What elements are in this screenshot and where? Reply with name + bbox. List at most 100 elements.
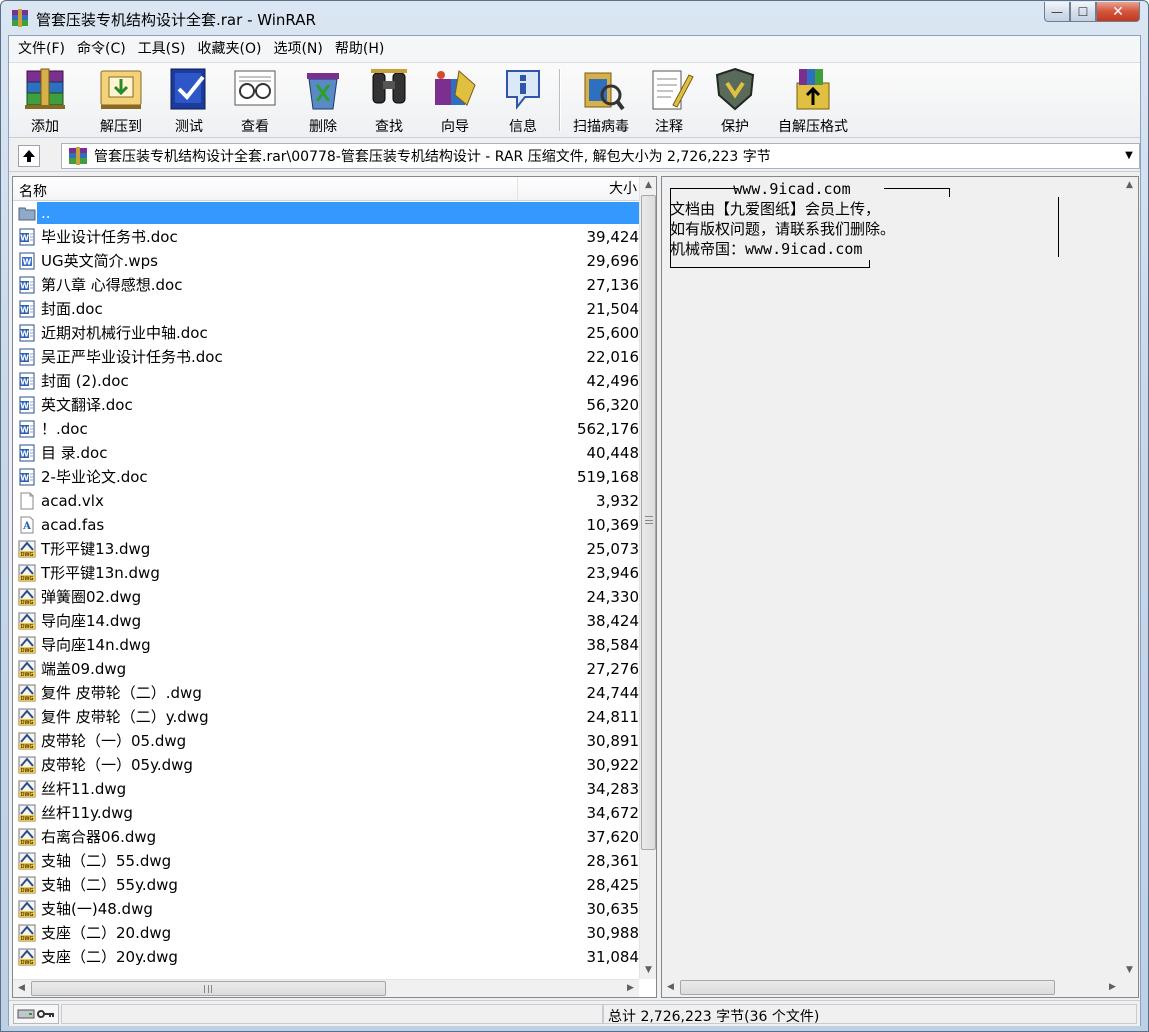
menu-help[interactable]: 帮助(H) bbox=[329, 36, 390, 62]
virus-scan-button[interactable]: 扫描病毒 bbox=[569, 65, 633, 137]
file-row[interactable]: DWG 支轴（二）55.dwg 28,361 bbox=[13, 849, 639, 873]
word-document-icon: W bbox=[18, 372, 36, 390]
close-button[interactable]: ✕ bbox=[1096, 2, 1140, 22]
file-row[interactable]: W 目 录.doc 40,448 bbox=[13, 441, 639, 465]
scroll-down-icon[interactable]: ▼ bbox=[1121, 962, 1138, 979]
fas-file-icon: A bbox=[18, 516, 36, 534]
scroll-right-icon[interactable]: ▶ bbox=[622, 980, 639, 997]
file-size: 562,176 bbox=[576, 420, 639, 438]
menu-commands[interactable]: 命令(C) bbox=[71, 36, 132, 62]
file-row[interactable]: W 近期对机械行业中轴.doc 25,600 bbox=[13, 321, 639, 345]
comment-line: www.9icad.com bbox=[670, 180, 851, 198]
extract-to-label: 解压到 bbox=[100, 119, 142, 135]
file-row[interactable]: W 毕业设计任务书.doc 39,424 bbox=[13, 225, 639, 249]
menu-favorites[interactable]: 收藏夹(O) bbox=[192, 36, 268, 62]
scroll-left-icon[interactable]: ◀ bbox=[13, 980, 30, 997]
file-row[interactable]: acad.vlx 3,932 bbox=[13, 489, 639, 513]
title-bar[interactable]: 管套压装专机结构设计全套.rar - WinRAR — ☐ ✕ bbox=[1, 1, 1148, 35]
minimize-button[interactable]: — bbox=[1044, 2, 1070, 22]
file-row[interactable]: W 第八章 心得感想.doc 27,136 bbox=[13, 273, 639, 297]
maximize-button[interactable]: ☐ bbox=[1070, 2, 1096, 22]
toolbar: 添加 解压到 测试 查看 删除 查找 向导 信息 扫描病毒 注释 保护 自解压格… bbox=[9, 62, 1140, 138]
info-button[interactable]: 信息 bbox=[497, 65, 549, 137]
up-folder-button[interactable] bbox=[18, 145, 40, 167]
comment-icon bbox=[652, 70, 694, 110]
scroll-up-icon[interactable]: ▲ bbox=[1121, 177, 1138, 194]
file-row[interactable]: W 2-毕业论文.doc 519,168 bbox=[13, 465, 639, 489]
find-button[interactable]: 查找 bbox=[363, 65, 415, 137]
scroll-up-icon[interactable]: ▲ bbox=[640, 177, 656, 194]
file-row[interactable]: W 吴正严毕业设计任务书.doc 22,016 bbox=[13, 345, 639, 369]
file-name: 丝杆11.dwg bbox=[41, 780, 127, 798]
menu-bar: 文件(F) 命令(C) 工具(S) 收藏夹(O) 选项(N) 帮助(H) bbox=[9, 36, 1140, 62]
menu-tools[interactable]: 工具(S) bbox=[132, 36, 192, 62]
column-name[interactable]: 名称 bbox=[19, 181, 47, 201]
file-row[interactable]: DWG 右离合器06.dwg 37,620 bbox=[13, 825, 639, 849]
svg-text:W: W bbox=[20, 378, 29, 387]
scroll-thumb[interactable] bbox=[680, 980, 1055, 995]
column-size[interactable]: 大小 bbox=[517, 177, 639, 201]
scroll-left-icon[interactable]: ◀ bbox=[662, 979, 679, 996]
file-name: ！.doc bbox=[41, 420, 88, 438]
chevron-down-icon[interactable]: ▼ bbox=[1122, 149, 1136, 163]
delete-button[interactable]: 删除 bbox=[297, 65, 349, 137]
scroll-thumb[interactable] bbox=[31, 981, 386, 996]
file-row[interactable]: DWG 端盖09.dwg 27,276 bbox=[13, 657, 639, 681]
file-row[interactable]: DWG 丝杆11y.dwg 34,672 bbox=[13, 801, 639, 825]
file-row[interactable]: DWG T形平键13.dwg 25,073 bbox=[13, 537, 639, 561]
winrar-app-icon[interactable] bbox=[10, 8, 30, 28]
protect-button[interactable]: 保护 bbox=[709, 65, 761, 137]
vertical-scrollbar[interactable]: ▲ ▼ bbox=[639, 177, 656, 979]
scroll-down-icon[interactable]: ▼ bbox=[640, 962, 656, 979]
file-row[interactable]: DWG T形平键13n.dwg 23,946 bbox=[13, 561, 639, 585]
menu-options[interactable]: 选项(N) bbox=[267, 36, 328, 62]
horizontal-scrollbar[interactable]: ◀ ▶ bbox=[13, 979, 639, 997]
file-row[interactable]: DWG 支座（二）20y.dwg 31,084 bbox=[13, 945, 639, 969]
scroll-right-icon[interactable]: ▶ bbox=[1104, 979, 1121, 996]
file-row[interactable]: W 封面.doc 21,504 bbox=[13, 297, 639, 321]
drive-icon[interactable] bbox=[17, 1008, 35, 1020]
test-button[interactable]: 测试 bbox=[163, 65, 215, 137]
file-row[interactable]: W UG英文简介.wps 29,696 bbox=[13, 249, 639, 273]
comment-button[interactable]: 注释 bbox=[643, 65, 695, 137]
svg-text:DWG: DWG bbox=[21, 960, 34, 966]
view-button[interactable]: 查看 bbox=[229, 65, 281, 137]
file-row[interactable]: DWG 导向座14n.dwg 38,584 bbox=[13, 633, 639, 657]
file-row[interactable]: DWG 复件 皮带轮（二）.dwg 24,744 bbox=[13, 681, 639, 705]
wizard-button[interactable]: 向导 bbox=[429, 65, 481, 137]
file-row[interactable]: DWG 导向座14.dwg 38,424 bbox=[13, 609, 639, 633]
dwg-file-icon: DWG bbox=[18, 708, 36, 726]
file-row[interactable]: DWG 皮带轮（一）05y.dwg 30,922 bbox=[13, 753, 639, 777]
scroll-thumb[interactable] bbox=[641, 195, 656, 850]
svg-text:DWG: DWG bbox=[21, 912, 34, 918]
file-row[interactable]: W 封面 (2).doc 42,496 bbox=[13, 369, 639, 393]
menu-file[interactable]: 文件(F) bbox=[12, 36, 71, 62]
file-row[interactable]: DWG 弹簧圈02.dwg 24,330 bbox=[13, 585, 639, 609]
file-name: 支座（二）20y.dwg bbox=[41, 948, 178, 966]
test-icon bbox=[170, 68, 206, 110]
svg-text:DWG: DWG bbox=[21, 936, 34, 942]
file-row[interactable]: DWG 支轴(一)48.dwg 30,635 bbox=[13, 897, 639, 921]
file-name: 支轴（二）55.dwg bbox=[41, 852, 172, 870]
extract-to-button[interactable]: 解压到 bbox=[93, 65, 149, 137]
file-name: 弹簧圈02.dwg bbox=[41, 588, 142, 606]
file-row[interactable]: Aacad.fas 10,369 bbox=[13, 513, 639, 537]
sfx-button[interactable]: 自解压格式 bbox=[773, 65, 853, 137]
comment-horizontal-scrollbar[interactable]: ◀ ▶ bbox=[662, 979, 1121, 997]
path-field[interactable]: 管套压装专机结构设计全套.rar\00778-管套压装专机结构设计 - RAR … bbox=[61, 143, 1140, 169]
file-row[interactable]: DWG 皮带轮（一）05.dwg 30,891 bbox=[13, 729, 639, 753]
winrar-window: 管套压装专机结构设计全套.rar - WinRAR — ☐ ✕ 文件(F) 命令… bbox=[0, 0, 1149, 1032]
file-row[interactable]: DWG 支座（二）20.dwg 30,988 bbox=[13, 921, 639, 945]
file-row[interactable]: W 英文翻译.doc 56,320 bbox=[13, 393, 639, 417]
file-row[interactable]: DWG 支轴（二）55y.dwg 28,425 bbox=[13, 873, 639, 897]
key-icon[interactable] bbox=[37, 1008, 55, 1020]
file-name: 复件 皮带轮（二）y.dwg bbox=[41, 708, 209, 726]
add-button[interactable]: 添加 bbox=[19, 65, 71, 137]
comment-vertical-scrollbar[interactable]: ▲ ▼ bbox=[1121, 177, 1138, 979]
file-row[interactable]: W ！.doc 562,176 bbox=[13, 417, 639, 441]
file-size: 24,811 bbox=[586, 708, 640, 726]
file-row[interactable]: .. bbox=[13, 201, 639, 225]
add-archive-icon bbox=[25, 68, 65, 109]
file-row[interactable]: DWG 丝杆11.dwg 34,283 bbox=[13, 777, 639, 801]
file-row[interactable]: DWG 复件 皮带轮（二）y.dwg 24,811 bbox=[13, 705, 639, 729]
